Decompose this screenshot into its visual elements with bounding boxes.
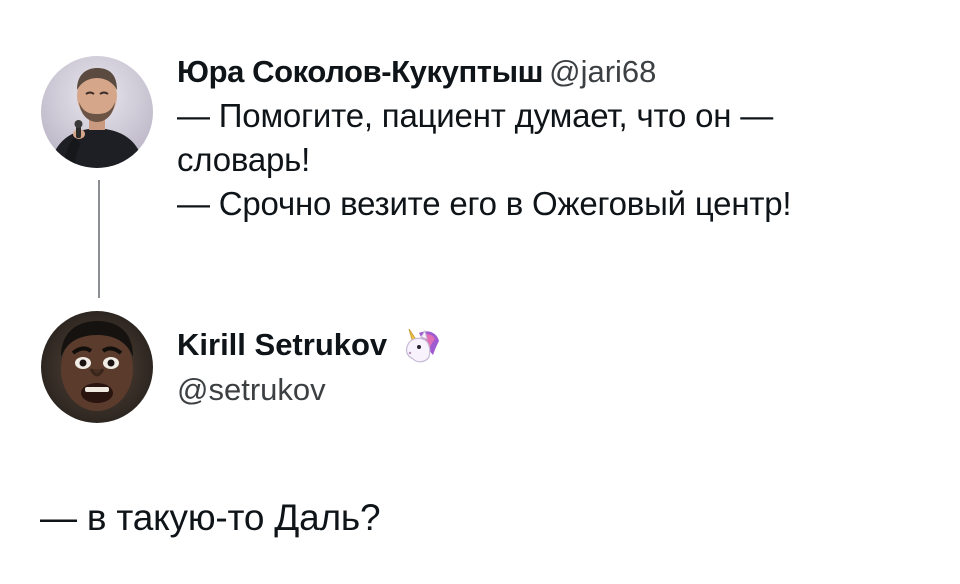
avatar-jari68[interactable] [41,56,153,168]
tweet-text-line: словарь! [177,141,311,178]
tweet-text-line: — Срочно везите его в Ожеговый центр! [177,185,792,222]
author-handle[interactable]: @setrukov [177,369,445,411]
tweet-reply-author[interactable]: Kirill Setrukov @setrukov [177,325,445,411]
tweet-original[interactable]: Юра Соколов-Кукуптыш @jari68 — Помогите, … [177,52,947,226]
avatar-man-surprised-icon [41,311,153,423]
thread-connector-line [98,180,100,298]
tweet-header: Юра Соколов-Кукуптыш @jari68 [177,52,947,92]
avatar-man-with-microphone-icon [41,56,153,168]
author-name-row: Kirill Setrukov [177,325,445,365]
author-display-name[interactable]: Юра Соколов-Кукуптыш [177,54,543,89]
author-handle[interactable]: @jari68 [549,54,656,89]
author-display-name[interactable]: Kirill Setrukov [177,325,387,365]
tweet-body: — Помогите, пациент думает, что он — сло… [177,94,947,226]
tweet-text-line: — Помогите, пациент думает, что он — [177,97,774,134]
unicorn-icon [399,325,445,365]
avatar-setrukov[interactable] [41,311,153,423]
reply-tweet-text: — в такую-то Даль? [40,497,381,538]
